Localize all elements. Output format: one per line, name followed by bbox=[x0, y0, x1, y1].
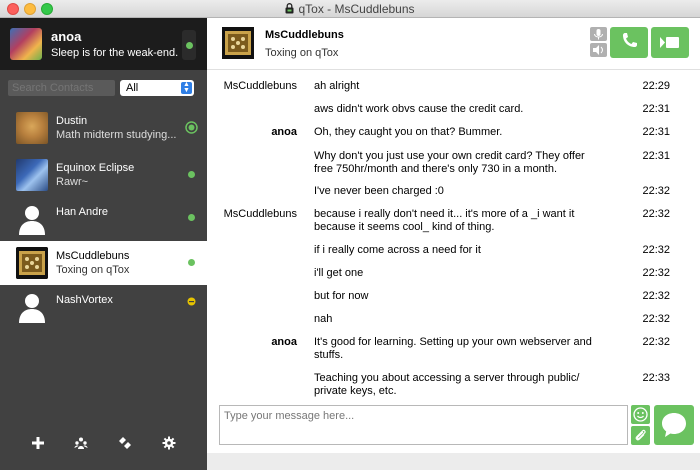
window-title: qTox - MsCuddlebuns bbox=[0, 2, 700, 16]
message-author: MsCuddlebuns bbox=[223, 80, 297, 92]
smiley-icon bbox=[633, 407, 648, 422]
group-chat-icon[interactable] bbox=[74, 436, 88, 450]
contact-name: MsCuddlebuns bbox=[56, 250, 130, 262]
default-avatar-icon bbox=[19, 206, 45, 235]
contact-item-equinox-eclipse[interactable]: Equinox Eclipse Rawr~ bbox=[0, 153, 207, 197]
message-time: 22:32 bbox=[642, 267, 670, 279]
message-time: 22:31 bbox=[642, 103, 670, 115]
online-notification-icon bbox=[185, 121, 198, 134]
sidebar: anoa Sleep is for the weak-end. All ▲▼ D… bbox=[0, 18, 207, 470]
contact-status: Math midterm studying... bbox=[56, 129, 177, 141]
message-time: 22:32 bbox=[642, 313, 670, 325]
message-time: 22:32 bbox=[642, 185, 670, 197]
message-time: 22:32 bbox=[642, 244, 670, 256]
speech-bubble-icon bbox=[662, 413, 686, 437]
settings-gear-icon[interactable] bbox=[162, 436, 176, 450]
search-contacts-input[interactable] bbox=[8, 80, 115, 96]
message-text: aws didn't work obvs cause the credit ca… bbox=[314, 103, 524, 115]
lock-icon bbox=[285, 3, 294, 14]
send-message-button[interactable] bbox=[654, 405, 694, 445]
title-bar: qTox - MsCuddlebuns bbox=[0, 0, 700, 18]
add-friend-icon[interactable] bbox=[31, 436, 45, 450]
message-time: 22:33 bbox=[642, 372, 670, 384]
status-button[interactable] bbox=[182, 30, 196, 60]
chat-header: MsCuddlebuns Toxing on qTox bbox=[207, 18, 700, 70]
window-title-text: qTox - MsCuddlebuns bbox=[298, 2, 415, 16]
chat-contact-avatar bbox=[222, 27, 254, 59]
message-text: I've never been charged :0 bbox=[314, 185, 444, 197]
microphone-button[interactable] bbox=[590, 27, 607, 41]
message-author: MsCuddlebuns bbox=[223, 208, 297, 220]
contact-avatar bbox=[16, 112, 48, 144]
message-text: but for now bbox=[314, 290, 369, 302]
contact-name: Equinox Eclipse bbox=[56, 162, 135, 174]
chat-contact-name: MsCuddlebuns bbox=[265, 29, 344, 41]
profile-avatar[interactable] bbox=[10, 28, 42, 60]
paperclip-icon bbox=[635, 429, 646, 441]
contact-filter-select[interactable]: All ▲ ▼ bbox=[120, 80, 194, 96]
phone-icon bbox=[623, 33, 637, 47]
contact-avatar bbox=[16, 247, 48, 279]
contact-item-nashvortex[interactable]: NashVortex bbox=[0, 285, 207, 329]
audio-call-button[interactable] bbox=[610, 27, 648, 58]
message-text: ah alright bbox=[314, 80, 360, 92]
message-time: 22:32 bbox=[642, 208, 670, 220]
file-transfer-icon[interactable] bbox=[118, 436, 132, 450]
online-status-icon bbox=[186, 42, 193, 49]
select-arrows-icon: ▲ ▼ bbox=[181, 81, 192, 94]
volume-button[interactable] bbox=[590, 43, 607, 57]
contact-status: Toxing on qTox bbox=[56, 264, 130, 276]
profile-panel: anoa Sleep is for the weak-end. bbox=[0, 18, 207, 70]
contact-status: Rawr~ bbox=[56, 176, 89, 188]
message-author: anoa bbox=[271, 336, 297, 348]
message-text: Teaching you about accessing a server th… bbox=[314, 372, 580, 397]
message-text: if i really come across a need for it bbox=[314, 244, 481, 256]
contact-name: Dustin bbox=[56, 115, 88, 127]
contact-name: Han Andre bbox=[56, 206, 108, 218]
message-time: 22:32 bbox=[642, 336, 670, 348]
message-time: 22:32 bbox=[642, 290, 670, 302]
message-text: It's good for learning. Setting up your … bbox=[314, 336, 592, 361]
message-input[interactable] bbox=[219, 405, 628, 445]
sidebar-toolbar bbox=[0, 422, 207, 470]
emoji-button[interactable] bbox=[631, 405, 650, 424]
message-text: Oh, they caught you on that? Bummer. bbox=[314, 126, 503, 138]
online-status-icon bbox=[188, 214, 195, 221]
online-status-icon bbox=[188, 171, 195, 178]
chat-contact-status: Toxing on qTox bbox=[265, 47, 339, 59]
message-time: 22:31 bbox=[642, 126, 670, 138]
filter-selected-value: All bbox=[126, 82, 139, 94]
video-camera-icon bbox=[660, 37, 679, 48]
contact-item-han-andre[interactable]: Han Andre bbox=[0, 197, 207, 241]
attach-file-button[interactable] bbox=[631, 426, 650, 445]
message-text: i'll get one bbox=[314, 267, 364, 279]
contact-name: NashVortex bbox=[56, 294, 113, 306]
away-status-icon bbox=[187, 297, 196, 306]
speaker-icon bbox=[593, 45, 603, 55]
contact-avatar bbox=[16, 159, 48, 191]
chat-log[interactable]: MsCuddlebuns ah alright 22:29 aws didn't… bbox=[207, 70, 700, 400]
contact-item-mscuddlebuns[interactable]: MsCuddlebuns Toxing on qTox bbox=[0, 241, 207, 285]
message-text: Why don't you just use your own credit c… bbox=[314, 150, 585, 175]
online-status-icon bbox=[188, 259, 195, 266]
message-time: 22:29 bbox=[642, 80, 670, 92]
message-text: because i really don't need it... it's m… bbox=[314, 208, 575, 233]
profile-status[interactable]: Sleep is for the weak-end. bbox=[51, 47, 178, 59]
profile-name[interactable]: anoa bbox=[51, 29, 81, 44]
video-call-button[interactable] bbox=[651, 27, 689, 58]
default-avatar-icon bbox=[19, 294, 45, 323]
message-text: nah bbox=[314, 313, 333, 325]
microphone-icon bbox=[594, 29, 603, 40]
message-compose-area bbox=[207, 400, 700, 453]
contact-item-dustin[interactable]: Dustin Math midterm studying... bbox=[0, 106, 207, 150]
message-author: anoa bbox=[271, 126, 297, 138]
message-time: 22:31 bbox=[642, 150, 670, 162]
status-bar bbox=[207, 453, 700, 470]
